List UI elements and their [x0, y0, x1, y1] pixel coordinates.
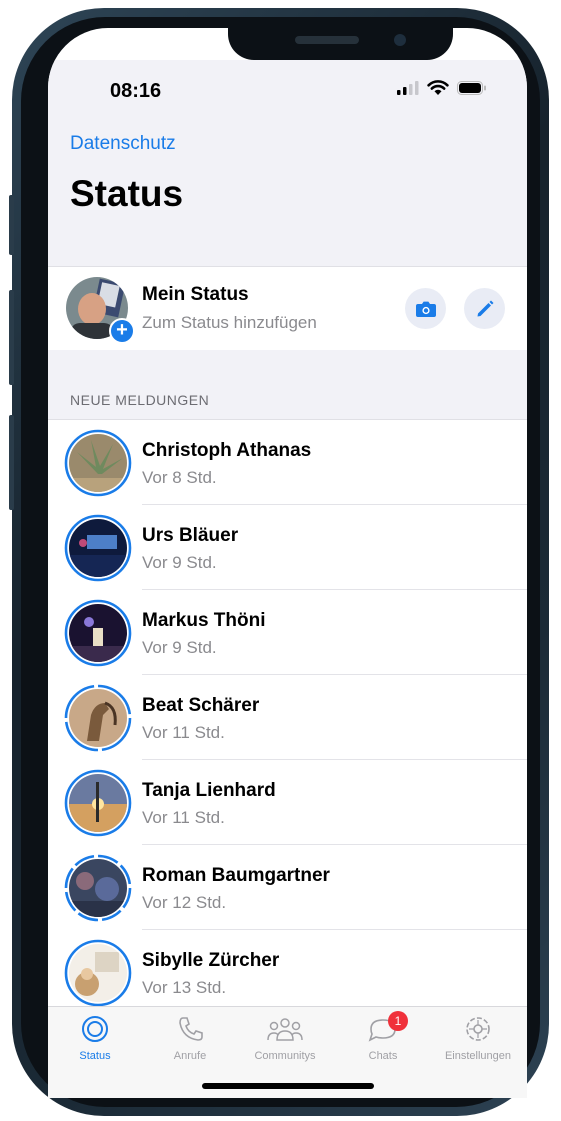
- status-time: Vor 12 Std.: [142, 893, 227, 912]
- tab-calls[interactable]: Anrufe: [145, 1015, 235, 1062]
- tab-chats[interactable]: 1 Chats: [338, 1011, 428, 1062]
- gear-icon: [466, 1017, 490, 1041]
- communities-icon: [267, 1018, 303, 1041]
- tab-label: Communitys: [254, 1050, 316, 1062]
- camera-icon: [415, 301, 436, 317]
- status-feed: Christoph Athanas Vor 8 Std. Urs Bläuer …: [48, 419, 527, 1007]
- page-title: Status: [70, 173, 184, 214]
- home-indicator[interactable]: [202, 1083, 374, 1089]
- status-item[interactable]: Urs Bläuer Vor 9 Std.: [48, 505, 527, 590]
- status-icons: [397, 80, 487, 96]
- tab-status[interactable]: Status: [50, 1015, 140, 1062]
- my-status-subtitle: Zum Status hinzufügen: [142, 313, 317, 332]
- camera-button[interactable]: [405, 288, 446, 329]
- tab-communities[interactable]: Communitys: [240, 1015, 330, 1062]
- status-name: Beat Schärer: [142, 695, 260, 716]
- avatar: [69, 689, 127, 747]
- screen: 08:16 Datenschutz Status + Mein Status Z…: [48, 28, 527, 1098]
- status-time: Vor 9 Std.: [142, 638, 217, 657]
- status-item[interactable]: Beat Schärer Vor 11 Std.: [48, 675, 527, 760]
- pencil-icon: [477, 300, 493, 316]
- status-name: Christoph Athanas: [142, 440, 312, 461]
- side-button: [9, 195, 14, 255]
- clock: 08:16: [110, 80, 162, 102]
- side-button: [9, 290, 14, 385]
- wifi-icon: [427, 80, 449, 95]
- status-time: Vor 9 Std.: [142, 553, 217, 572]
- status-item[interactable]: Christoph Athanas Vor 8 Std.: [48, 420, 527, 505]
- tab-label: Status: [79, 1050, 111, 1062]
- tab-label: Einstellungen: [444, 1050, 512, 1062]
- status-item[interactable]: Sibylle Zürcher Vor 13 Std.: [48, 930, 527, 1015]
- edit-text-button[interactable]: [464, 288, 505, 329]
- status-time: Vor 11 Std.: [142, 723, 225, 742]
- status-bar: 08:16: [48, 60, 527, 120]
- section-label: NEUE MELDUNGEN: [70, 392, 210, 408]
- status-name: Roman Baumgartner: [142, 865, 330, 886]
- front-camera: [394, 34, 406, 46]
- status-icon: [82, 1016, 108, 1042]
- status-item[interactable]: Roman Baumgartner Vor 12 Std.: [48, 845, 527, 930]
- privacy-link[interactable]: Datenschutz: [70, 133, 176, 155]
- notch: [228, 28, 453, 60]
- section-gap: [48, 350, 527, 419]
- status-name: Tanja Lienhard: [142, 780, 276, 801]
- status-item[interactable]: Tanja Lienhard Vor 11 Std.: [48, 760, 527, 845]
- avatar: [69, 859, 127, 917]
- signal-icon: [397, 81, 419, 95]
- avatar: [69, 434, 127, 492]
- battery-icon: [457, 81, 486, 95]
- my-status-name: Mein Status: [142, 284, 249, 305]
- status-name: Urs Bläuer: [142, 525, 239, 546]
- status-name: Markus Thöni: [142, 610, 266, 631]
- avatar: [69, 519, 127, 577]
- status-name: Sibylle Zürcher: [142, 950, 280, 971]
- speaker: [295, 36, 359, 44]
- side-button: [9, 415, 14, 510]
- tab-label: Chats: [368, 1050, 398, 1062]
- status-time: Vor 8 Std.: [142, 468, 217, 487]
- add-status-icon[interactable]: +: [109, 318, 135, 344]
- tab-label: Anrufe: [173, 1050, 207, 1062]
- avatar: [69, 774, 127, 832]
- status-item[interactable]: Markus Thöni Vor 9 Std.: [48, 590, 527, 675]
- status-time: Vor 11 Std.: [142, 808, 225, 827]
- status-time: Vor 13 Std.: [142, 978, 227, 997]
- avatar: [69, 604, 127, 662]
- avatar: [69, 944, 127, 1002]
- unread-badge: 1: [388, 1011, 408, 1031]
- phone-icon: [179, 1017, 203, 1041]
- tab-settings[interactable]: Einstellungen: [433, 1015, 523, 1062]
